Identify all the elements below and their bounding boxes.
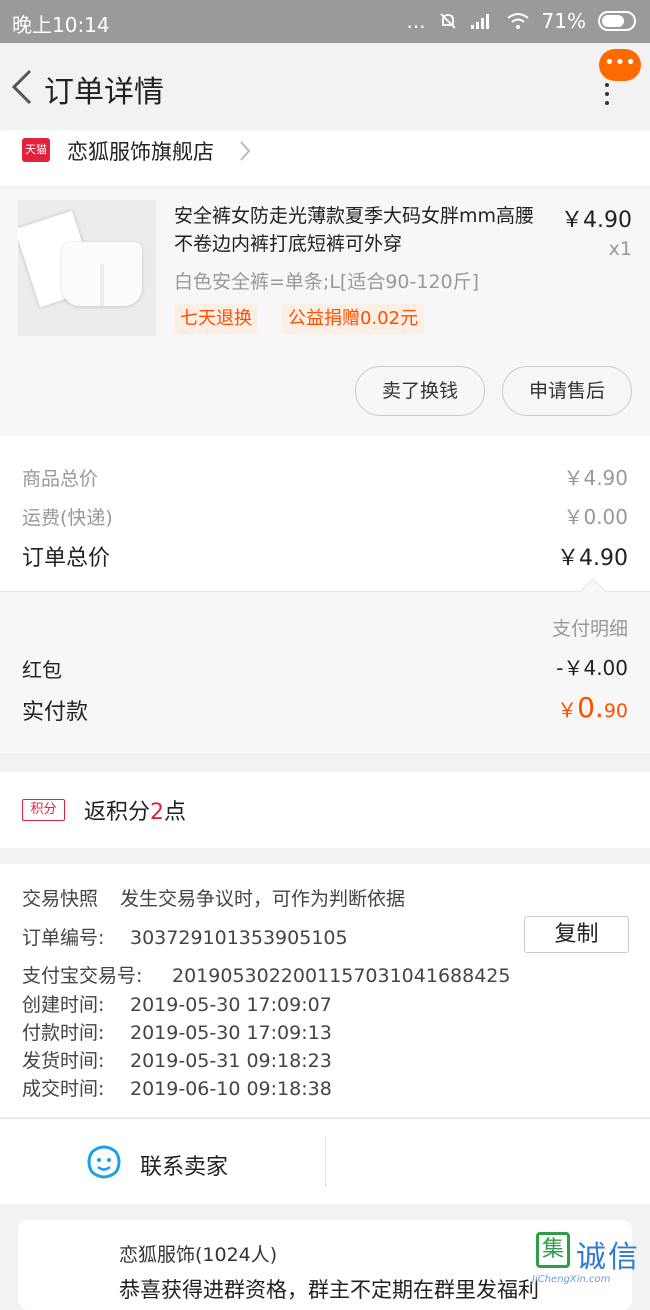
kebab-menu-icon[interactable]	[600, 83, 614, 107]
battery-percent: 71%	[541, 9, 586, 33]
product-image[interactable]	[18, 200, 156, 336]
copy-button[interactable]: 复制	[524, 916, 629, 953]
alipay-number: 2019053022001157031041688425	[172, 965, 511, 987]
shipped-row: 发货时间: 2019-05-31 09:18:23	[22, 1046, 332, 1073]
shipped-time: 2019-05-31 09:18:23	[130, 1050, 332, 1072]
watermark-logo: 集 诚信 JiChengXin.com	[532, 1232, 650, 1310]
order-total-value: ￥4.90	[557, 546, 628, 571]
paid-currency: ￥	[557, 698, 578, 722]
store-name[interactable]: 恋狐服饰旗舰店	[67, 136, 214, 166]
redpacket-label: 红包	[22, 658, 62, 682]
order-number-row: 订单编号: 303729101353905105	[22, 923, 348, 950]
paid-time-label: 付款时间:	[22, 1022, 105, 1044]
paid-label: 实付款	[22, 700, 89, 725]
watermark-cn: 诚信	[576, 1240, 640, 1275]
status-icons: ... 71%	[406, 9, 636, 33]
status-time: 晚上10:14	[12, 13, 110, 37]
tmall-badge: 天猫	[22, 138, 50, 162]
created-time: 2019-05-30 17:09:07	[130, 994, 332, 1016]
order-total-label: 订单总价	[22, 546, 111, 571]
signal-icon	[470, 14, 489, 29]
divider	[325, 1137, 326, 1187]
after-sale-button[interactable]: 申请售后	[502, 366, 632, 416]
tag-seven-day-return: 七天退换	[174, 304, 258, 334]
shipping-value: ￥0.00	[563, 505, 628, 529]
goods-total-value: ￥4.90	[563, 466, 628, 490]
alipay-label: 支付宝交易号:	[22, 965, 143, 987]
product-price: ￥4.90	[561, 208, 632, 233]
contact-seller-label: 联系卖家	[140, 1155, 229, 1180]
paid-time: 2019-05-30 17:09:13	[130, 1022, 332, 1044]
nav-bar: 订单详情	[0, 43, 650, 130]
done-time: 2019-06-10 09:18:38	[130, 1078, 332, 1100]
chat-smile-icon	[87, 1145, 121, 1179]
status-bar: 晚上10:14 ... 71%	[0, 0, 650, 43]
product-card: 安全裤女防走光薄款夏季大码女胖mm高腰不卷边内裤打底短裤可外穿 ￥4.90 x1…	[0, 188, 650, 436]
price-summary: 商品总价 ￥4.90 运费(快递) ￥0.00 订单总价 ￥4.90	[0, 436, 650, 591]
points-badge: 积分	[22, 799, 65, 821]
points-prefix: 返积分	[84, 800, 151, 825]
snapshot-text: 发生交易争议时，可作为判断依据	[120, 888, 406, 910]
paid-row: 付款时间: 2019-05-30 17:09:13	[22, 1018, 332, 1045]
back-arrow-icon[interactable]	[10, 67, 34, 107]
points-suffix: 点	[164, 800, 187, 825]
battery-icon	[598, 11, 636, 31]
more-menu-button[interactable]: •••	[599, 49, 641, 81]
order-number-label: 订单编号:	[22, 927, 105, 949]
shipped-label: 发货时间:	[22, 1050, 105, 1072]
group-name: 恋狐服饰(1024人)	[119, 1244, 278, 1266]
order-info: 交易快照 发生交易争议时，可作为判断依据 订单编号: 303729101353905…	[0, 864, 650, 1117]
product-title[interactable]: 安全裤女防走光薄款夏季大码女胖mm高腰不卷边内裤打底短裤可外穿	[174, 202, 544, 258]
mute-bell-icon	[439, 13, 456, 29]
alipay-row: 支付宝交易号: 2019053022001157031041688425	[22, 961, 510, 988]
done-row: 成交时间: 2019-06-10 09:18:38	[22, 1074, 332, 1101]
payment-detail: 支付明细 红包 -￥4.00 实付款 ￥0.90	[0, 591, 650, 753]
paid-decimal: 90	[603, 700, 628, 722]
notification-dots-icon: ...	[406, 9, 426, 33]
points-text: 返积分2点	[84, 794, 186, 826]
product-spec: 白色安全裤=单条;L[适合90-120斤]	[174, 271, 480, 293]
wifi-icon	[506, 13, 529, 29]
group-message: 恭喜获得进群资格，群主不定期在群里发福利	[119, 1278, 539, 1302]
payment-detail-label: 支付明细	[551, 618, 628, 640]
store-row[interactable]: 天猫 恋狐服饰旗舰店	[0, 130, 650, 186]
goods-total-label: 商品总价	[22, 468, 99, 490]
page-title: 订单详情	[44, 75, 164, 110]
created-row: 创建时间: 2019-05-30 17:09:07	[22, 990, 332, 1017]
watermark-en: JiChengXin.com	[532, 1274, 611, 1285]
tag-charity: 公益捐赠0.02元	[282, 304, 425, 334]
chevron-right-icon	[240, 141, 251, 161]
snapshot-label: 交易快照	[22, 888, 99, 910]
snapshot-row[interactable]: 交易快照 发生交易争议时，可作为判断依据	[22, 884, 405, 911]
points-row: 积分 返积分2点	[0, 772, 650, 848]
points-number: 2	[150, 800, 165, 825]
paid-amount: ￥0.90	[557, 691, 628, 724]
sell-button[interactable]: 卖了换钱	[355, 366, 485, 416]
paid-integer: 0.	[577, 691, 604, 724]
product-quantity: x1	[608, 238, 632, 260]
order-number: 303729101353905105	[130, 927, 348, 949]
contact-bar: 联系卖家	[0, 1118, 650, 1204]
redpacket-value: -￥4.00	[556, 656, 628, 680]
created-label: 创建时间:	[22, 994, 105, 1016]
done-label: 成交时间:	[22, 1078, 105, 1100]
shipping-label: 运费(快递)	[22, 507, 113, 529]
watermark-box: 集	[536, 1232, 570, 1268]
contact-seller-button[interactable]: 联系卖家	[0, 1119, 325, 1205]
